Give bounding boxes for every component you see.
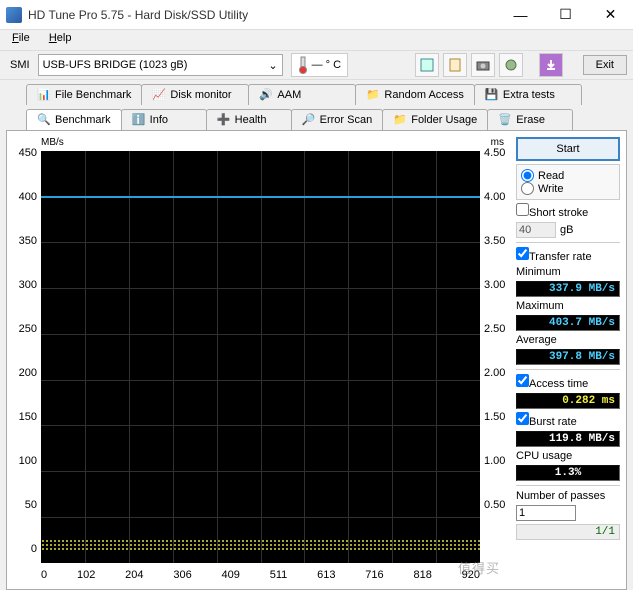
tab-health[interactable]: ➕Health (206, 109, 292, 130)
tab-info[interactable]: ℹ️Info (121, 109, 207, 130)
x-ticks: 0102204306409511613716818920 (41, 569, 480, 581)
tab-disk-monitor[interactable]: 📈Disk monitor (141, 84, 249, 105)
burst-rate-checkbox[interactable]: Burst rate (516, 412, 620, 428)
temperature-value: — ° C (312, 59, 341, 71)
average-value: 397.8 MB/s (516, 349, 620, 365)
gear-icon (504, 58, 518, 72)
tab-file-benchmark[interactable]: 📊File Benchmark (26, 84, 142, 105)
maximum-label: Maximum (516, 300, 620, 312)
app-icon (6, 7, 22, 23)
info-page-icon (420, 58, 434, 72)
tab-folder-usage[interactable]: 📁Folder Usage (382, 109, 488, 130)
extra-icon: 💾 (485, 88, 499, 102)
tabs-row-bottom: 🔍Benchmark ℹ️Info ➕Health 🔎Error Scan 📁F… (0, 105, 633, 130)
average-label: Average (516, 334, 620, 346)
temperature-display: — ° C (291, 53, 348, 77)
menu-bar: File Help (0, 30, 633, 50)
tab-erase[interactable]: 🗑️Erase (487, 109, 573, 130)
random-icon: 📁 (366, 88, 380, 102)
copy-info-button[interactable] (415, 53, 439, 77)
access-time-value: 0.282 ms (516, 393, 620, 409)
read-radio[interactable]: Read (521, 169, 615, 182)
clipboard-icon (448, 58, 462, 72)
close-button[interactable]: ✕ (588, 0, 633, 30)
drive-select[interactable]: USB-UFS BRIDGE (1023 gB) ⌄ (38, 54, 283, 76)
tab-benchmark[interactable]: 🔍Benchmark (26, 109, 122, 130)
file-bench-icon: 📊 (37, 88, 51, 102)
toolbar: SMI USB-UFS BRIDGE (1023 gB) ⌄ — ° C Exi… (0, 50, 633, 80)
exit-button[interactable]: Exit (583, 55, 627, 75)
tab-aam[interactable]: 🔊AAM (248, 84, 356, 105)
y-axis-left-label: MB/s (41, 137, 64, 148)
burst-rate-value: 119.8 MB/s (516, 431, 620, 447)
short-stroke-checkbox[interactable]: Short stroke (516, 203, 620, 219)
info-icon: ℹ️ (132, 113, 146, 127)
health-icon: ➕ (217, 113, 231, 127)
window-title: HD Tune Pro 5.75 - Hard Disk/SSD Utility (28, 8, 498, 22)
copy-screenshot-button[interactable] (443, 53, 467, 77)
short-stroke-input[interactable] (516, 222, 556, 238)
tab-random-access[interactable]: 📁Random Access (355, 84, 474, 105)
mode-panel: Read Write (516, 164, 620, 200)
menu-file[interactable]: File (4, 30, 38, 46)
save-button[interactable] (539, 53, 563, 77)
write-radio[interactable]: Write (521, 182, 615, 195)
drive-selected-text: USB-UFS BRIDGE (1023 gB) (43, 59, 188, 71)
chevron-down-icon: ⌄ (268, 59, 277, 72)
drive-vendor: SMI (6, 57, 34, 73)
thermometer-icon (298, 56, 308, 74)
content-panel: MB/s ms 450400350300250200150100500 4.50… (6, 130, 627, 590)
maximum-value: 403.7 MB/s (516, 315, 620, 331)
speaker-icon: 🔊 (259, 88, 273, 102)
benchmark-plot (41, 151, 480, 563)
options-button[interactable] (499, 53, 523, 77)
minimum-label: Minimum (516, 266, 620, 278)
access-time-checkbox[interactable]: Access time (516, 374, 620, 390)
tab-error-scan[interactable]: 🔎Error Scan (291, 109, 384, 130)
transfer-rate-checkbox[interactable]: Transfer rate (516, 247, 620, 263)
side-panel: Start Read Write Short stroke gB Transfe… (510, 137, 620, 583)
minimum-value: 337.9 MB/s (516, 281, 620, 297)
benchmark-icon: 🔍 (37, 113, 51, 127)
passes-input[interactable] (516, 505, 576, 521)
cpu-usage-value: 1.3% (516, 465, 620, 481)
download-icon (544, 58, 558, 72)
passes-label: Number of passes (516, 490, 620, 502)
maximize-button[interactable]: ☐ (543, 0, 588, 30)
start-button[interactable]: Start (516, 137, 620, 161)
tabs-row-top: 📊File Benchmark 📈Disk monitor 🔊AAM 📁Rand… (0, 80, 633, 105)
monitor-icon: 📈 (152, 88, 166, 102)
access-time-scatter (41, 539, 480, 551)
y-ticks-right: 4.504.003.503.002.502.001.501.000.50 (484, 147, 510, 587)
tab-extra-tests[interactable]: 💾Extra tests (474, 84, 582, 105)
minimize-button[interactable]: — (498, 0, 543, 30)
cpu-usage-label: CPU usage (516, 450, 620, 462)
folder-icon: 📁 (393, 113, 407, 127)
transfer-rate-line (41, 196, 480, 198)
chart-area: MB/s ms 450400350300250200150100500 4.50… (13, 137, 510, 583)
screenshot-button[interactable] (471, 53, 495, 77)
erase-icon: 🗑️ (498, 113, 512, 127)
short-stroke-unit: gB (560, 224, 573, 236)
passes-count: 1/1 (516, 524, 620, 540)
title-bar: HD Tune Pro 5.75 - Hard Disk/SSD Utility… (0, 0, 633, 30)
menu-help[interactable]: Help (41, 30, 80, 46)
y-ticks-left: 450400350300250200150100500 (13, 147, 37, 587)
camera-icon (476, 58, 490, 72)
scan-icon: 🔎 (302, 113, 316, 127)
